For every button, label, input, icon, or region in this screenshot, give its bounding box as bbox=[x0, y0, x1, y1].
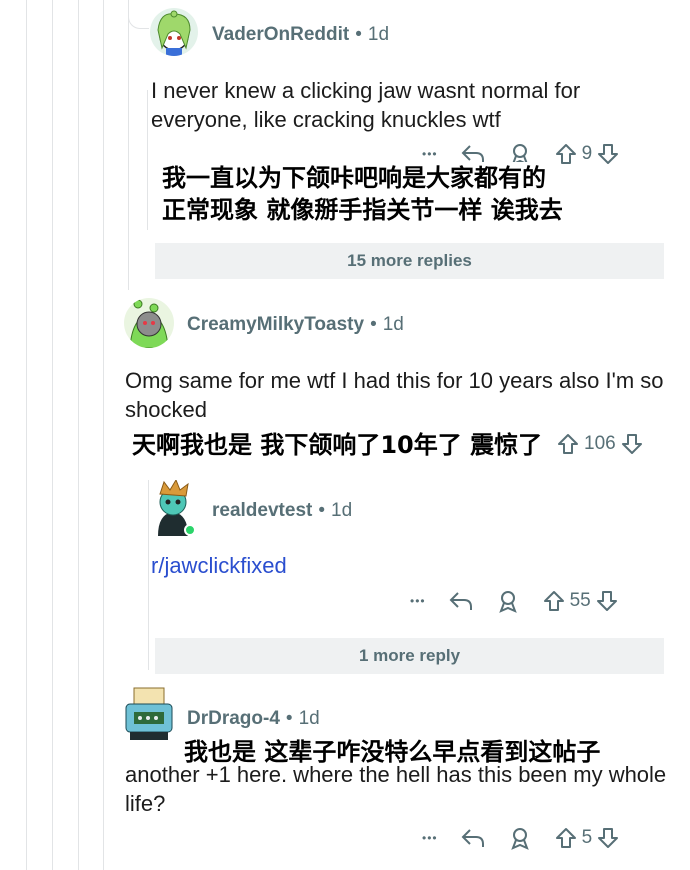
translation-line: 正常现象 就像掰手指关节一样 诶我去 bbox=[162, 196, 563, 224]
more-replies-button[interactable]: 1 more reply bbox=[155, 638, 664, 674]
dot-separator: • bbox=[355, 24, 362, 45]
comment-body: I never knew a clicking jaw wasnt normal… bbox=[151, 78, 581, 132]
comment-author[interactable]: CreamyMilkyToasty • 1d bbox=[187, 314, 404, 336]
vote-count: 9 bbox=[581, 143, 593, 164]
vote-control: 55 bbox=[542, 589, 619, 613]
comment-body: another +1 here. where the hell has this… bbox=[125, 762, 667, 816]
comment-author[interactable]: realdevtest • 1d bbox=[212, 500, 352, 522]
vote-count: 5 bbox=[581, 827, 593, 848]
comment-author[interactable]: VaderOnReddit • 1d bbox=[212, 24, 389, 46]
upvote-icon[interactable] bbox=[554, 826, 578, 850]
more-options-button[interactable]: ••• bbox=[422, 831, 438, 845]
comment-body: Omg same for me wtf I had this for 10 ye… bbox=[125, 368, 664, 422]
upvote-icon[interactable] bbox=[542, 589, 566, 613]
comment-actions: 106 bbox=[556, 432, 644, 456]
comment-actions: ••• 55 bbox=[410, 589, 619, 613]
thread-line bbox=[26, 0, 27, 870]
thread-line bbox=[52, 0, 53, 870]
downvote-icon[interactable] bbox=[596, 826, 620, 850]
award-icon[interactable] bbox=[508, 826, 532, 850]
avatar-icon bbox=[129, 299, 169, 348]
username[interactable]: realdevtest bbox=[212, 500, 312, 521]
upvote-icon[interactable] bbox=[556, 432, 580, 456]
award-icon[interactable] bbox=[496, 589, 520, 613]
avatar[interactable] bbox=[148, 480, 198, 536]
avatar[interactable] bbox=[120, 684, 176, 742]
downvote-icon[interactable] bbox=[620, 432, 644, 456]
comment-actions: ••• 5 bbox=[422, 826, 620, 850]
vote-count: 55 bbox=[569, 590, 591, 611]
avatar[interactable] bbox=[124, 298, 174, 348]
avatar[interactable] bbox=[150, 8, 198, 56]
translation-caption: 天啊我也是 我下颌响了10年了 震惊了 bbox=[128, 429, 547, 461]
vote-control: 106 bbox=[556, 432, 644, 456]
downvote-icon[interactable] bbox=[595, 589, 619, 613]
vote-control: 5 bbox=[554, 826, 621, 850]
dot-separator: • bbox=[370, 314, 377, 335]
dot-separator: • bbox=[285, 708, 293, 729]
avatar-icon bbox=[125, 687, 173, 740]
subreddit-link[interactable]: r/jawclickfixed bbox=[151, 551, 287, 580]
reply-icon[interactable] bbox=[448, 589, 474, 613]
comment-age: 1d bbox=[331, 500, 353, 521]
username[interactable]: VaderOnReddit bbox=[212, 24, 349, 45]
downvote-icon[interactable] bbox=[596, 142, 620, 166]
comment-age: 1d bbox=[367, 24, 390, 45]
translation-caption: 正常现象 就像掰手指关节一样 诶我去 bbox=[158, 194, 567, 226]
avatar-icon bbox=[157, 10, 191, 56]
thread-line bbox=[78, 0, 79, 870]
vote-control: 9 bbox=[554, 142, 621, 166]
thread-line bbox=[147, 90, 148, 230]
thread-line bbox=[128, 0, 129, 290]
comment-author[interactable]: DrDrago-4 • 1d bbox=[187, 708, 320, 730]
more-options-button[interactable]: ••• bbox=[422, 147, 438, 161]
translation-caption: 我也是 这辈子咋没特么早点看到这帖子 bbox=[184, 738, 601, 766]
comment-age: 1d bbox=[298, 708, 320, 729]
more-options-button[interactable]: ••• bbox=[410, 594, 426, 608]
username[interactable]: CreamyMilkyToasty bbox=[187, 314, 364, 335]
translation-caption: 我一直以为下颌咔吧响是大家都有的 bbox=[158, 162, 550, 194]
upvote-icon[interactable] bbox=[554, 142, 578, 166]
comment-age: 1d bbox=[382, 314, 404, 335]
more-replies-button[interactable]: 15 more replies bbox=[155, 243, 664, 279]
avatar-icon bbox=[158, 480, 196, 536]
thread-line bbox=[103, 0, 104, 870]
username[interactable]: DrDrago-4 bbox=[187, 708, 280, 729]
reply-icon[interactable] bbox=[460, 826, 486, 850]
dot-separator: • bbox=[318, 500, 325, 521]
translation-line: 我一直以为下颌咔吧响是大家都有的 bbox=[162, 164, 546, 192]
thread-connector bbox=[128, 0, 149, 29]
vote-count: 106 bbox=[584, 433, 616, 454]
